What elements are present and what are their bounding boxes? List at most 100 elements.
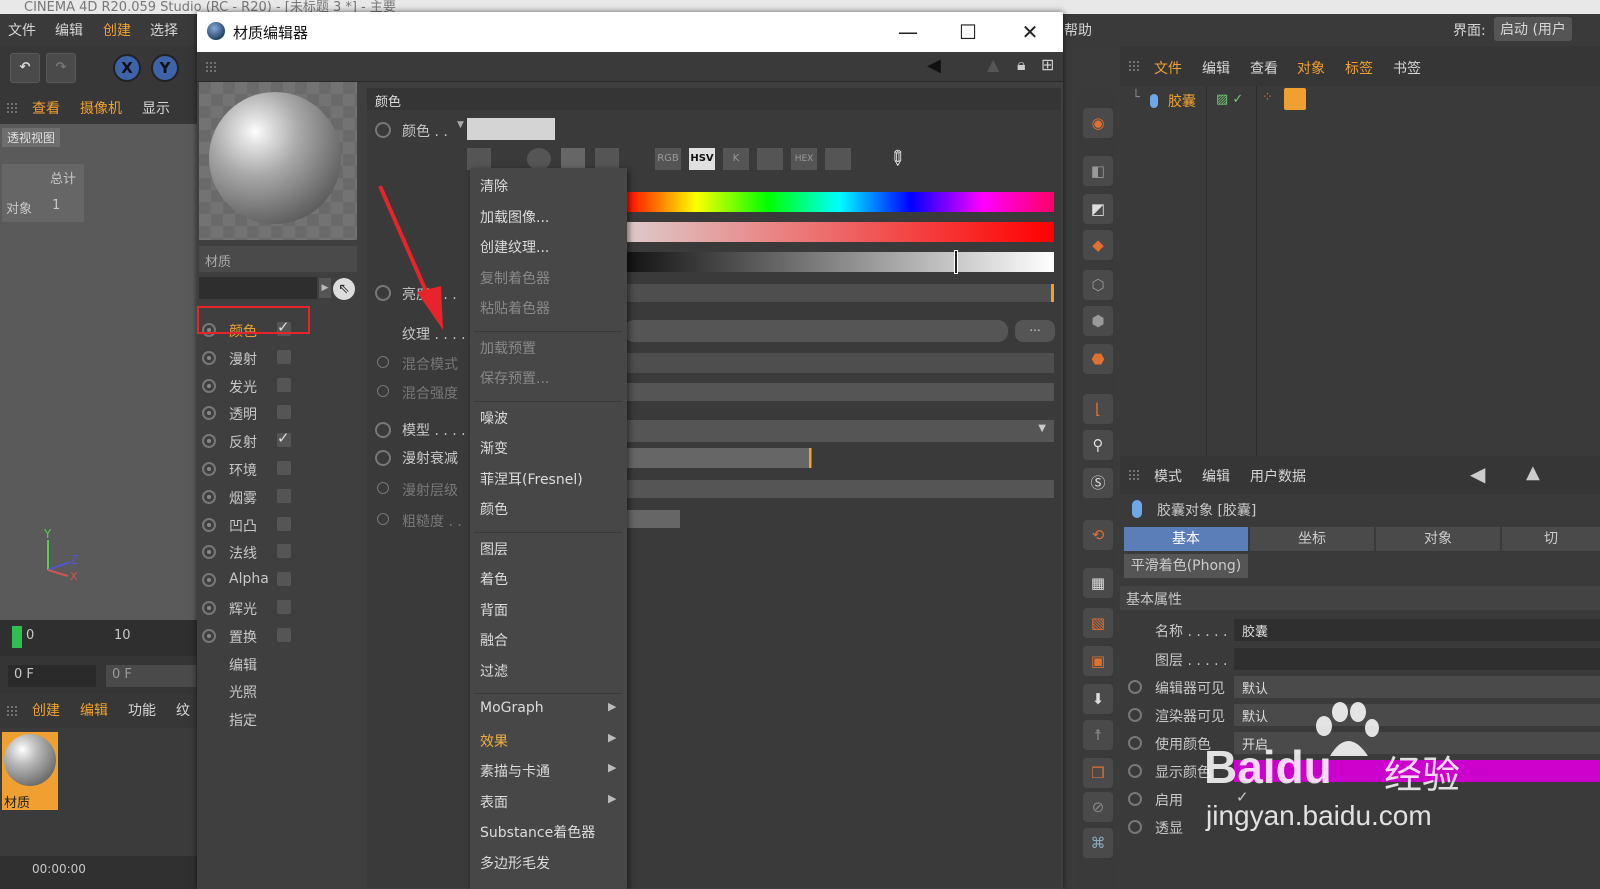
channel-checkbox[interactable] bbox=[277, 461, 291, 475]
material-editor-titlebar[interactable]: 材质编辑器 — ☐ ✕ bbox=[197, 12, 1063, 52]
anim-radio[interactable] bbox=[202, 573, 216, 588]
channel-checkbox[interactable] bbox=[277, 544, 291, 559]
grid-lock-icon[interactable]: ▦ bbox=[1083, 568, 1113, 598]
anim-radio[interactable] bbox=[375, 122, 391, 138]
material-thumbnail[interactable]: 材质 bbox=[2, 732, 58, 811]
back-arrow-icon[interactable]: ◀ bbox=[1470, 462, 1485, 486]
menu-create[interactable]: 创建 bbox=[103, 20, 131, 40]
frame-icon[interactable]: ▣ bbox=[1083, 646, 1113, 676]
anim-radio[interactable] bbox=[202, 601, 216, 615]
texture-browse-button[interactable]: ... bbox=[1015, 320, 1055, 342]
interface-select[interactable]: 启动 (用户 bbox=[1494, 17, 1572, 41]
menu-item[interactable]: 渐变 bbox=[480, 438, 508, 458]
scene-icon[interactable]: ⬣ bbox=[1083, 344, 1113, 374]
matmgr-menu-function[interactable]: 功能 bbox=[128, 700, 156, 720]
channel-item[interactable]: 反射 bbox=[197, 428, 362, 454]
minimize-button[interactable]: — bbox=[893, 20, 923, 44]
mixer-mode-icon[interactable] bbox=[595, 148, 619, 170]
channel-checkbox[interactable] bbox=[277, 429, 291, 448]
channel-item[interactable]: 漫射 bbox=[197, 345, 362, 371]
color-swatch[interactable] bbox=[467, 118, 555, 140]
camera-icon[interactable]: ⚲ bbox=[1083, 430, 1113, 460]
tab-basic[interactable]: 基本 bbox=[1124, 527, 1248, 551]
up-arrow-icon[interactable]: ▲ bbox=[1526, 462, 1540, 483]
channel-checkbox[interactable] bbox=[277, 377, 291, 392]
mode-kelvin-button[interactable]: K bbox=[723, 148, 749, 170]
model-select[interactable]: ▼ bbox=[624, 420, 1054, 442]
objmgr-menu-file[interactable]: 文件 bbox=[1154, 58, 1182, 78]
mode-mixer-button[interactable] bbox=[757, 148, 783, 170]
channel-checkbox[interactable] bbox=[277, 627, 291, 642]
material-name-field[interactable]: 材质 bbox=[199, 246, 357, 272]
current-frame-field[interactable]: 0 F bbox=[8, 665, 96, 687]
channel-extra-item[interactable]: 编辑 bbox=[197, 651, 362, 677]
menu-item[interactable]: 背面 bbox=[480, 600, 508, 620]
anim-radio[interactable] bbox=[375, 422, 391, 438]
tab-phong[interactable]: 平滑着色(Phong) bbox=[1124, 554, 1248, 578]
channel-extra-item[interactable]: 指定 bbox=[197, 706, 362, 732]
menu-item[interactable]: 加载图像... bbox=[480, 207, 549, 227]
attr-name-field[interactable]: 胶囊 bbox=[1234, 619, 1600, 641]
object-name[interactable]: 胶囊 bbox=[1168, 91, 1196, 111]
material-preview[interactable] bbox=[199, 82, 357, 240]
objmgr-menu-tag[interactable]: 标签 bbox=[1345, 58, 1373, 78]
objmgr-menu-bookmark[interactable]: 书签 bbox=[1393, 58, 1421, 78]
menu-item[interactable]: 素描与卡通 ▶ bbox=[480, 761, 616, 781]
anim-radio[interactable] bbox=[202, 462, 216, 476]
menu-item[interactable]: 过滤 bbox=[480, 661, 508, 681]
anim-radio[interactable] bbox=[202, 434, 216, 449]
anim-radio[interactable] bbox=[1128, 680, 1142, 694]
channel-item[interactable]: 凹凸 bbox=[197, 512, 362, 538]
value-slider[interactable] bbox=[624, 250, 1054, 274]
diffuse-level-slider[interactable] bbox=[624, 480, 1054, 498]
material-tag-icon[interactable] bbox=[1284, 88, 1306, 110]
box-icon[interactable]: ❒ bbox=[1083, 758, 1113, 788]
deformer-icon[interactable]: ⬢ bbox=[1083, 306, 1113, 336]
menu-select[interactable]: 选择 bbox=[150, 20, 178, 40]
tab-more[interactable]: 切 bbox=[1502, 527, 1600, 551]
anim-radio[interactable] bbox=[202, 350, 216, 365]
blend-strength-slider[interactable] bbox=[624, 383, 1054, 401]
anim-radio[interactable] bbox=[1128, 820, 1142, 834]
tab-object[interactable]: 对象 bbox=[1376, 527, 1500, 551]
wheel-mode-icon[interactable] bbox=[467, 148, 491, 170]
filter-arrow-icon[interactable]: ▶ bbox=[319, 278, 331, 298]
menu-item[interactable]: 清除 bbox=[480, 176, 508, 196]
menu-item[interactable]: 效果 ▶ bbox=[480, 731, 616, 751]
min-frame-field[interactable]: 0 F bbox=[106, 665, 196, 687]
menu-item[interactable]: 着色 bbox=[480, 569, 508, 589]
floor-icon[interactable]: ⌊ bbox=[1083, 394, 1113, 424]
channel-extra-item[interactable]: 光照 bbox=[197, 678, 362, 704]
anim-radio[interactable] bbox=[377, 513, 389, 525]
matmgr-menu-texture[interactable]: 纹 bbox=[176, 700, 190, 720]
anim-radio[interactable] bbox=[1128, 736, 1142, 750]
up-arrow-icon[interactable]: ▲ bbox=[987, 55, 999, 74]
menu-item[interactable]: MoGraph ▶ bbox=[480, 700, 616, 716]
channel-checkbox[interactable] bbox=[277, 349, 291, 364]
channel-item[interactable]: 置换 bbox=[197, 623, 362, 649]
objmgr-menu-edit[interactable]: 编辑 bbox=[1202, 58, 1230, 78]
lock-icon[interactable]: 🔒︎ bbox=[1017, 55, 1026, 75]
magnet-icon[interactable]: ⟲ bbox=[1083, 520, 1113, 550]
brightness-slider[interactable] bbox=[624, 284, 1054, 302]
viewport-menu-view[interactable]: 查看 bbox=[32, 98, 60, 118]
menu-item[interactable]: 颜色 bbox=[480, 499, 508, 519]
mode-rgb-button[interactable]: RGB bbox=[655, 148, 681, 170]
anim-radio[interactable] bbox=[377, 356, 389, 368]
new-panel-icon[interactable]: ⊞ bbox=[1041, 55, 1054, 74]
channel-item[interactable]: 发光 bbox=[197, 373, 362, 399]
tag-dots-icon[interactable]: ⁘ bbox=[1262, 90, 1273, 105]
channel-item[interactable]: 环境 bbox=[197, 456, 362, 482]
pick-cursor-icon[interactable]: ⇖ bbox=[333, 278, 355, 300]
array-icon[interactable]: ◆ bbox=[1083, 230, 1113, 260]
anim-radio[interactable] bbox=[377, 482, 389, 494]
saturation-slider[interactable] bbox=[624, 222, 1054, 242]
menu-item[interactable]: 菲涅耳(Fresnel) bbox=[480, 469, 583, 489]
channel-item[interactable]: Alpha bbox=[197, 567, 362, 593]
y-axis-button[interactable]: Y bbox=[151, 54, 179, 82]
mode-swatch-button[interactable] bbox=[825, 148, 851, 170]
spline-icon[interactable]: ⬡ bbox=[1083, 270, 1113, 300]
disabled-icon[interactable]: ⊘ bbox=[1083, 792, 1113, 822]
anim-radio[interactable] bbox=[202, 406, 216, 421]
nurbs-icon[interactable]: ◩ bbox=[1083, 194, 1113, 224]
